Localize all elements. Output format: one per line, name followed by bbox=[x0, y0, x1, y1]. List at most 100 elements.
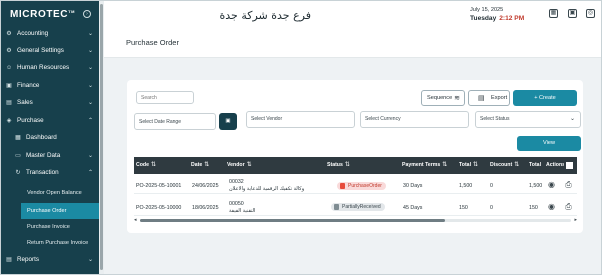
folder-icon: ▭ bbox=[15, 153, 21, 159]
sort-icon: ⇅ bbox=[204, 162, 210, 168]
scroll-right-icon[interactable]: ▸ bbox=[574, 217, 577, 223]
calendar-picker-button[interactable]: ▣ bbox=[219, 113, 237, 130]
sequence-button[interactable]: Sequence ≋ bbox=[421, 90, 465, 106]
create-button[interactable]: + Create bbox=[513, 90, 577, 106]
col-status[interactable]: Status ⇅ bbox=[327, 157, 350, 174]
sidebar-item-return-purchase-invoice[interactable]: Return Purchase Invoice bbox=[1, 235, 99, 251]
sidebar-item-finance[interactable]: ▣ Finance ⌄ bbox=[1, 78, 99, 94]
chevron-up-icon: ⌃ bbox=[87, 118, 93, 124]
status-icon bbox=[340, 183, 345, 189]
eye-icon[interactable]: ◉ bbox=[547, 180, 556, 189]
sidebar-item-reports[interactable]: ▤ Reports ⌄ bbox=[1, 252, 99, 268]
table-row[interactable]: PO-2025-05-10001 24/06/2025 00032 وكالة … bbox=[134, 175, 577, 194]
chevron-down-icon: ⌄ bbox=[87, 100, 93, 106]
col-discount[interactable]: Discount ⇅ bbox=[490, 157, 519, 174]
column-settings-icon[interactable] bbox=[564, 160, 575, 171]
sidebar-item-vendor-open-balance[interactable]: Vendor Open Balance bbox=[1, 185, 99, 201]
sort-icon: ⇅ bbox=[473, 162, 479, 168]
arrow-right-circle-icon[interactable]: › bbox=[83, 10, 91, 18]
col-date[interactable]: Date ⇅ bbox=[191, 157, 209, 174]
sidebar: MICROTECTM › ⚙ Accounting ⌄ ⚙ General Se… bbox=[1, 1, 99, 274]
row-vendor-code: 00050 bbox=[229, 201, 244, 207]
sort-icon: ⇅ bbox=[514, 162, 520, 168]
sidebar-item-purchase[interactable]: ◈ Purchase ⌃ bbox=[1, 113, 99, 129]
bell-icon[interactable]: ◎ bbox=[586, 9, 595, 18]
header-time: 2:12 PM bbox=[499, 15, 525, 22]
vendor-select[interactable]: Select Vendor bbox=[246, 111, 355, 128]
date-range-field[interactable]: Select Date Range bbox=[134, 113, 216, 130]
export-button[interactable]: ▤ Export bbox=[468, 90, 510, 106]
chevron-down-icon: ⌄ bbox=[87, 83, 93, 89]
row-vendor-name: التقنية الفيفة bbox=[229, 208, 256, 214]
sidebar-item-transaction[interactable]: ↻ Transaction ⌃ bbox=[1, 165, 99, 181]
chevron-down-icon: ⌄ bbox=[569, 116, 575, 122]
calendar-icon: ▣ bbox=[225, 118, 231, 124]
row-total-2: 150 bbox=[529, 205, 538, 211]
search-input[interactable] bbox=[136, 91, 194, 104]
status-badge: PartiallyReceived bbox=[331, 203, 385, 211]
row-discount: 0 bbox=[490, 205, 493, 211]
sort-icon: ⇅ bbox=[246, 162, 252, 168]
row-total: 1,500 bbox=[459, 183, 473, 189]
logo: MICROTECTM bbox=[10, 9, 76, 20]
print-icon[interactable]: ⎙ bbox=[564, 180, 573, 189]
sidebar-item-purchase-order[interactable]: Purchase Order bbox=[21, 203, 99, 219]
chevron-down-icon: ⌄ bbox=[87, 31, 93, 37]
cart-icon: ◈ bbox=[6, 118, 12, 124]
row-code: PO-2025-05-10000 bbox=[136, 205, 182, 211]
people-icon: ☺ bbox=[6, 65, 13, 71]
table-header: Code ⇅ Date ⇅ Vendor ⇅ Status ⇅ Payment Term… bbox=[134, 157, 577, 174]
report-icon: ▤ bbox=[6, 257, 12, 263]
sort-icon: ⇅ bbox=[150, 162, 156, 168]
dashboard-icon: ▦ bbox=[15, 135, 21, 141]
refresh-icon: ↻ bbox=[15, 170, 21, 176]
sidebar-item-general-settings[interactable]: ⚙ General Settings ⌄ bbox=[1, 43, 99, 59]
currency-select[interactable]: Select Currency bbox=[360, 111, 469, 128]
table-row[interactable]: PO-2025-05-10000 18/06/2025 00050 التقني… bbox=[134, 197, 577, 216]
grid-icon[interactable]: ▦ bbox=[549, 9, 558, 18]
header-date: July 15, 2025 bbox=[470, 7, 504, 13]
calendar-icon[interactable]: ▣ bbox=[568, 9, 577, 18]
view-button[interactable]: View bbox=[517, 136, 581, 151]
col-total[interactable]: Total ⇅ bbox=[459, 157, 478, 174]
scroll-left-icon[interactable]: ◂ bbox=[134, 217, 137, 223]
sort-icon: ⇅ bbox=[344, 162, 350, 168]
sidebar-item-purchase-invoice[interactable]: Purchase Invoice bbox=[1, 219, 99, 235]
row-vendor-code: 00032 bbox=[229, 179, 244, 185]
col-vendor[interactable]: Vendor ⇅ bbox=[227, 157, 252, 174]
chevron-up-icon: ⌃ bbox=[87, 170, 93, 176]
row-total: 150 bbox=[459, 205, 468, 211]
status-select[interactable]: Select Status ⌄ bbox=[475, 111, 581, 128]
col-code[interactable]: Code ⇅ bbox=[136, 157, 156, 174]
sidebar-item-master-data[interactable]: ▭ Master Data ⌄ bbox=[1, 148, 99, 164]
sidebar-scrollbar-thumb[interactable] bbox=[100, 4, 103, 270]
col-actions: Actions bbox=[546, 162, 566, 168]
col-payment-terms[interactable]: Payment Terms ⇅ bbox=[402, 157, 447, 174]
sidebar-item-accounting[interactable]: ⚙ Accounting ⌄ bbox=[1, 26, 99, 42]
sidebar-item-dashboard[interactable]: ▦ Dashboard bbox=[1, 130, 99, 146]
sidebar-item-human-resources[interactable]: ☺ Human Resources ⌄ bbox=[1, 60, 99, 76]
col-total-2[interactable]: Total bbox=[529, 157, 541, 174]
sidebar-item-sales[interactable]: ▤ Sales ⌄ bbox=[1, 95, 99, 111]
print-icon[interactable]: ⎙ bbox=[564, 202, 573, 211]
chevron-down-icon: ⌄ bbox=[87, 257, 93, 263]
row-vendor-name: وكالة تكفيك الرقمية للدعاية والاعلان bbox=[229, 186, 305, 192]
chevron-down-icon: ⌄ bbox=[87, 48, 93, 54]
chart-icon: ▤ bbox=[6, 100, 12, 106]
sequence-icon: ≋ bbox=[454, 95, 460, 102]
export-icon: ▤ bbox=[478, 95, 485, 102]
eye-icon[interactable]: ◉ bbox=[547, 202, 556, 211]
chevron-down-icon: ⌄ bbox=[87, 65, 93, 71]
row-discount: 0 bbox=[490, 183, 493, 189]
scrollbar-thumb[interactable] bbox=[140, 219, 445, 222]
top-header: فرع جدة شركة جدة July 15, 2025 Tuesday 2:… bbox=[104, 1, 601, 31]
wallet-icon: ▣ bbox=[6, 83, 12, 89]
chevron-down-icon: ⌄ bbox=[87, 153, 93, 159]
row-date: 18/06/2025 bbox=[192, 205, 219, 211]
row-payment-terms: 30 Days bbox=[403, 183, 423, 189]
company-name: فرع جدة شركة جدة bbox=[219, 9, 311, 22]
page-title: Purchase Order bbox=[126, 38, 179, 47]
gear-icon: ⚙ bbox=[6, 48, 12, 54]
row-code: PO-2025-05-10001 bbox=[136, 183, 182, 189]
table-horizontal-scrollbar[interactable]: ◂ ▸ bbox=[134, 217, 577, 223]
